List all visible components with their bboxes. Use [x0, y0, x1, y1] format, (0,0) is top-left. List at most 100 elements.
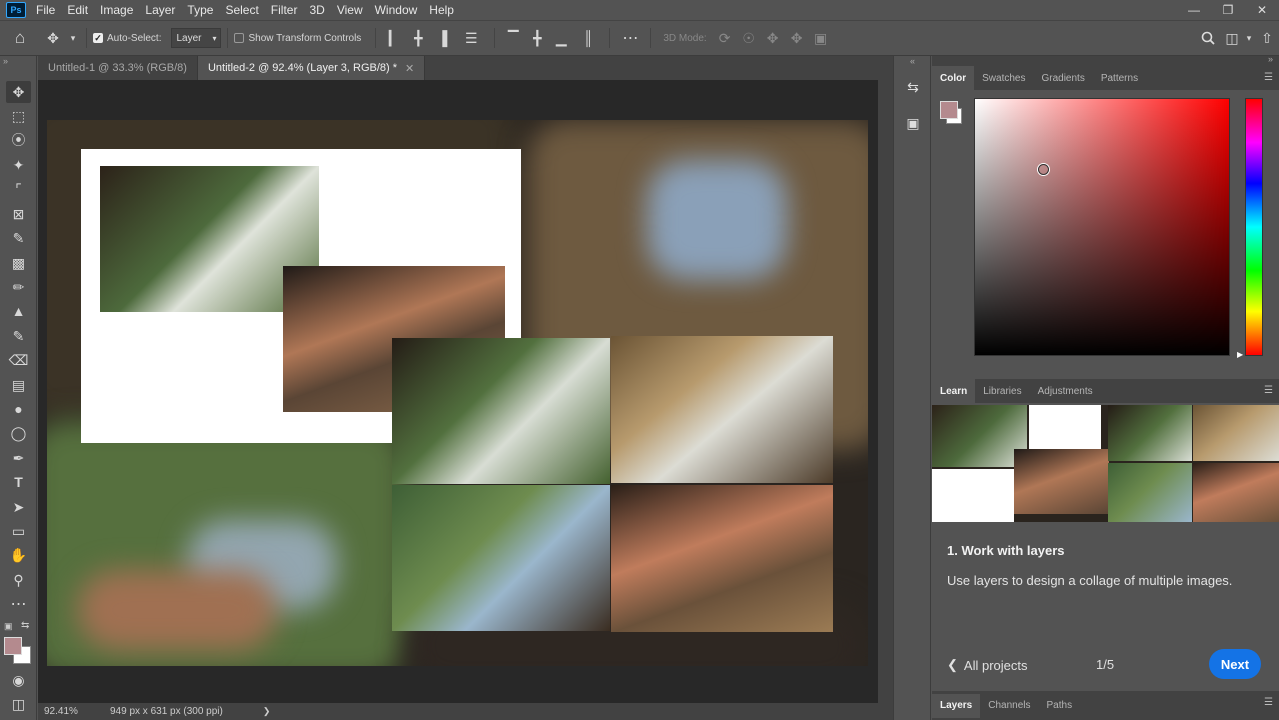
minimize-icon[interactable]: — — [1177, 0, 1211, 20]
menu-type[interactable]: Type — [181, 0, 219, 20]
chevron-right-icon[interactable]: ❯ — [263, 706, 271, 717]
tab-gradients[interactable]: Gradients — [1033, 66, 1092, 90]
eraser-tool-icon[interactable]: ⌫ — [6, 349, 31, 371]
move-tool-icon[interactable]: ✥ — [6, 81, 31, 103]
share-icon[interactable]: ⇧ — [1255, 30, 1279, 47]
menu-3d[interactable]: 3D — [303, 0, 330, 20]
chevron-down-icon[interactable]: ▾ — [66, 33, 80, 44]
close-icon[interactable]: ✕ — [405, 62, 414, 75]
menu-help[interactable]: Help — [423, 0, 460, 20]
align-vertical-centers-icon[interactable]: ╋ — [525, 30, 549, 47]
all-projects-link[interactable]: ❮ All projects — [947, 657, 1027, 673]
foreground-color-swatch[interactable] — [4, 637, 22, 655]
panel-menu-icon[interactable]: ☰ — [1264, 385, 1273, 396]
marquee-tool-icon[interactable]: ⬚ — [6, 105, 31, 127]
workspace-icon[interactable]: ◫ — [1221, 30, 1243, 47]
distribute-vertical-icon[interactable]: ☰ — [454, 30, 488, 47]
gradient-tool-icon[interactable]: ▤ — [6, 374, 31, 396]
hand-tool-icon[interactable]: ✋ — [6, 544, 31, 566]
tab-untitled-2[interactable]: Untitled-2 @ 92.4% (Layer 3, RGB/8) * ✕ — [197, 56, 426, 80]
brush-tool-icon[interactable]: ✏ — [6, 276, 31, 298]
crop-tool-icon[interactable]: ⌜ — [6, 178, 31, 200]
hue-slider[interactable] — [1245, 98, 1263, 356]
rectangle-tool-icon[interactable]: ▭ — [6, 520, 31, 542]
tab-paths[interactable]: Paths — [1039, 694, 1081, 718]
blur-tool-icon[interactable]: ● — [6, 398, 31, 420]
align-top-edges-icon[interactable]: ▔ — [501, 30, 525, 47]
frame-tool-icon[interactable]: ⊠ — [6, 203, 31, 225]
restore-icon[interactable]: ❐ — [1211, 0, 1245, 20]
tab-swatches[interactable]: Swatches — [974, 66, 1033, 90]
menu-filter[interactable]: Filter — [265, 0, 304, 20]
auto-select-target-dropdown[interactable]: Layer ▾ — [171, 28, 222, 48]
menu-window[interactable]: Window — [369, 0, 424, 20]
home-icon[interactable]: ⌂ — [0, 28, 40, 48]
tab-channels[interactable]: Channels — [980, 694, 1038, 718]
collapse-panels-icon[interactable]: « — [910, 56, 915, 66]
tutorial-progress: 1/5 — [1096, 657, 1115, 672]
move-tool-icon[interactable]: ✥ — [40, 30, 66, 47]
lasso-tool-icon[interactable]: ⦿ — [6, 129, 31, 151]
dodge-tool-icon[interactable]: ◯ — [6, 422, 31, 444]
panel-menu-icon[interactable]: ☰ — [1264, 697, 1273, 708]
tab-layers[interactable]: Layers — [932, 693, 981, 718]
align-left-edges-icon[interactable]: ▎ — [382, 30, 406, 47]
tab-learn[interactable]: Learn — [932, 379, 976, 403]
menu-file[interactable]: File — [30, 0, 61, 20]
default-colors-icon[interactable]: ▣ — [4, 621, 13, 632]
distribute-horizontal-icon[interactable]: ║ — [573, 30, 603, 46]
zoom-level[interactable]: 92.41% — [44, 706, 104, 717]
menu-select[interactable]: Select — [219, 0, 264, 20]
pen-tool-icon[interactable]: ✒ — [6, 447, 31, 469]
collage-photo-desk[interactable] — [611, 336, 833, 483]
menu-layer[interactable]: Layer — [139, 0, 181, 20]
search-icon[interactable] — [1195, 31, 1221, 45]
quick-mask-icon[interactable]: ◉ — [6, 669, 31, 691]
tab-adjustments[interactable]: Adjustments — [1030, 379, 1101, 403]
hue-slider-handle-icon[interactable]: ▶ — [1237, 350, 1243, 359]
menu-image[interactable]: Image — [94, 0, 139, 20]
show-transform-checkbox[interactable] — [234, 33, 245, 43]
collage-photo-painting[interactable] — [392, 485, 610, 631]
collage-photo-carving-2[interactable] — [611, 485, 833, 632]
menu-edit[interactable]: Edit — [61, 0, 94, 20]
learn-panel-icon[interactable]: ▣ — [902, 112, 924, 134]
tab-untitled-1[interactable]: Untitled-1 @ 33.3% (RGB/8) — [38, 56, 198, 80]
collage-photo-drawing-2[interactable] — [392, 338, 610, 484]
tab-patterns[interactable]: Patterns — [1093, 66, 1146, 90]
align-horizontal-centers-icon[interactable]: ╋ — [406, 30, 430, 47]
healing-brush-tool-icon[interactable]: ▩ — [6, 252, 31, 274]
type-tool-icon[interactable]: T — [6, 471, 31, 493]
saturation-brightness-field[interactable] — [974, 98, 1230, 356]
quick-select-tool-icon[interactable]: ✦ — [6, 154, 31, 176]
vertical-scrollbar[interactable] — [878, 80, 893, 703]
tab-label: Untitled-1 @ 33.3% (RGB/8) — [48, 62, 187, 74]
auto-select-checkbox[interactable]: ✓ — [93, 33, 103, 43]
more-options-icon[interactable]: ⋯ — [616, 28, 644, 48]
zoom-tool-icon[interactable]: ⚲ — [6, 569, 31, 591]
menu-view[interactable]: View — [331, 0, 369, 20]
history-brush-tool-icon[interactable]: ✎ — [6, 325, 31, 347]
document-canvas[interactable] — [47, 120, 868, 666]
next-button[interactable]: Next — [1209, 649, 1261, 679]
clone-stamp-tool-icon[interactable]: ▲ — [6, 300, 31, 322]
tab-color[interactable]: Color — [932, 66, 975, 90]
more-tools-icon[interactable]: ⋯ — [6, 593, 31, 615]
chevron-down-icon[interactable]: ▾ — [1243, 33, 1255, 44]
properties-panel-icon[interactable]: ⇆ — [902, 76, 924, 98]
tab-libraries[interactable]: Libraries — [975, 379, 1029, 403]
canvas-area[interactable] — [38, 80, 878, 703]
align-bottom-edges-icon[interactable]: ▁ — [549, 30, 573, 47]
align-right-edges-icon[interactable]: ▐ — [430, 30, 454, 46]
screen-mode-icon[interactable]: ◫ — [6, 693, 31, 715]
collapse-panel-icon[interactable]: » — [1268, 54, 1273, 64]
path-selection-tool-icon[interactable]: ➤ — [6, 496, 31, 518]
panel-menu-icon[interactable]: ☰ — [1264, 72, 1273, 83]
status-bar: 92.41% 949 px x 631 px (300 ppi) ❯ — [38, 703, 893, 720]
swap-colors-icon[interactable]: ⇆ — [21, 620, 29, 631]
eyedropper-tool-icon[interactable]: ✎ — [6, 227, 31, 249]
color-picker-cursor[interactable] — [1038, 164, 1049, 175]
close-icon[interactable]: ✕ — [1245, 0, 1279, 20]
collapse-toolbar-icon[interactable]: » — [3, 56, 8, 66]
foreground-color-chip[interactable] — [940, 101, 958, 119]
